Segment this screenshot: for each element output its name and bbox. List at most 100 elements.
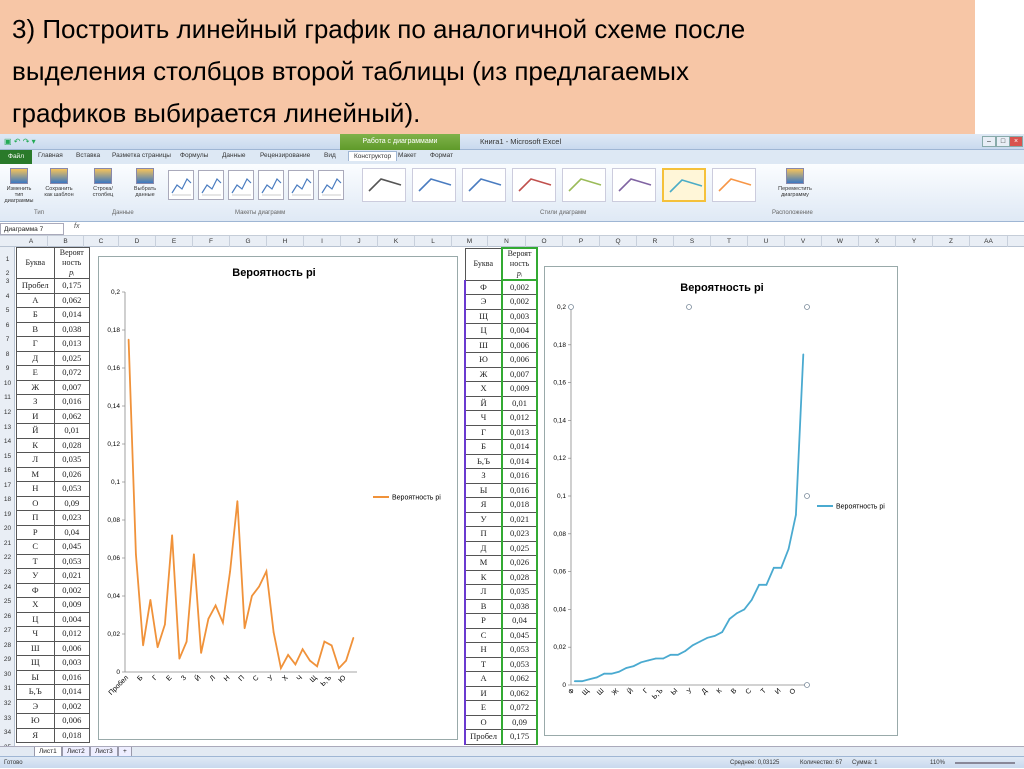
probability-cell[interactable]: 0,018 <box>53 727 91 743</box>
data-point[interactable] <box>294 663 297 666</box>
letter-cell[interactable]: Й <box>16 423 55 439</box>
data-point[interactable] <box>669 653 672 656</box>
column-header-C[interactable]: C <box>84 236 119 247</box>
probability-cell[interactable]: 0,038 <box>53 321 91 337</box>
data-point[interactable] <box>640 661 642 664</box>
letter-cell[interactable]: Пробел <box>16 278 55 294</box>
letter-cell[interactable]: С <box>16 539 55 555</box>
column-header-N[interactable]: N <box>488 236 526 247</box>
row-header-29[interactable]: 29 <box>0 656 15 663</box>
probability-cell[interactable]: 0,062 <box>53 292 91 308</box>
fx-icon[interactable]: fx <box>74 223 79 230</box>
chart-style-5[interactable] <box>562 168 606 202</box>
probability-cell[interactable]: 0,01 <box>501 395 538 411</box>
row-header-13[interactable]: 13 <box>0 424 15 431</box>
row-header-8[interactable]: 8 <box>0 351 15 358</box>
ribbon-tab-3[interactable]: Разметка страницы <box>112 152 171 159</box>
letter-cell[interactable]: Ю <box>463 352 503 368</box>
column-header-U[interactable]: U <box>748 236 785 247</box>
minimize-icon[interactable]: – <box>982 136 996 147</box>
row-header-3[interactable]: 3 <box>0 278 15 285</box>
letter-cell[interactable]: Д <box>16 350 55 366</box>
letter-cell[interactable]: Р <box>463 613 503 629</box>
chart-layout-5[interactable] <box>288 170 314 200</box>
letter-cell[interactable]: Ь,Ъ <box>16 684 55 700</box>
probability-cell[interactable]: 0,002 <box>53 698 91 714</box>
data-point[interactable] <box>164 623 166 626</box>
data-point[interactable] <box>691 644 694 647</box>
close-icon[interactable]: × <box>1009 136 1023 147</box>
row-header-7[interactable]: 7 <box>0 336 15 343</box>
data-point[interactable] <box>345 659 347 662</box>
ribbon-tab-10[interactable]: Формат <box>430 152 453 159</box>
save-template-button[interactable]: Сохранить как шаблон <box>42 168 76 198</box>
probability-cell[interactable]: 0,035 <box>53 452 91 468</box>
row-header-21[interactable]: 21 <box>0 540 15 547</box>
row-header-14[interactable]: 14 <box>0 438 15 445</box>
data-point[interactable] <box>596 676 598 679</box>
probability-cell[interactable]: 0,006 <box>501 352 538 368</box>
column-header-Z[interactable]: Z <box>933 236 970 247</box>
probability-cell[interactable]: 0,053 <box>53 481 91 497</box>
data-point[interactable] <box>135 553 137 555</box>
ribbon-tab-6[interactable]: Рецензирование <box>260 152 310 159</box>
ribbon-tab-2[interactable]: Вставка <box>76 152 100 159</box>
letter-cell[interactable]: Ш <box>16 640 55 656</box>
row-header-9[interactable]: 9 <box>0 365 15 372</box>
letter-cell[interactable]: О <box>463 714 503 730</box>
data-point[interactable] <box>156 646 159 649</box>
row-header-17[interactable]: 17 <box>0 482 15 489</box>
data-point[interactable] <box>795 514 797 516</box>
column-header-J[interactable]: J <box>341 236 378 247</box>
letter-cell[interactable]: Ы <box>16 669 55 685</box>
letter-cell[interactable]: Э <box>463 294 503 310</box>
letter-cell[interactable]: Ц <box>463 323 503 339</box>
data-point[interactable] <box>323 640 326 643</box>
probability-cell[interactable]: 0,003 <box>501 308 538 324</box>
letter-cell[interactable]: Б <box>463 439 503 455</box>
selection-handle[interactable] <box>804 493 810 499</box>
data-point[interactable] <box>758 584 760 586</box>
letter-cell[interactable]: У <box>16 568 55 584</box>
letter-cell[interactable]: Т <box>16 553 55 569</box>
letter-cell[interactable]: Ч <box>16 626 55 642</box>
data-point[interactable] <box>330 644 333 647</box>
row-header-4[interactable]: 4 <box>0 293 15 300</box>
ribbon-tab-5[interactable]: Данные <box>222 152 245 159</box>
probability-cell[interactable]: 0,045 <box>501 627 538 643</box>
probability-cell[interactable]: 0,026 <box>501 555 538 571</box>
column-header-V[interactable]: V <box>785 236 822 247</box>
probability-cell[interactable]: 0,004 <box>53 611 91 627</box>
probability-cell[interactable]: 0,062 <box>501 685 538 701</box>
letter-cell[interactable]: И <box>463 685 503 701</box>
data-point[interactable] <box>222 621 224 624</box>
row-header-2[interactable]: 2 <box>0 270 15 277</box>
data-point[interactable] <box>352 637 355 639</box>
ribbon-tab-4[interactable]: Формулы <box>180 152 208 159</box>
chart-unsorted[interactable]: Вероятность pi 0 0,02 0,04 0,06 0,08 0,1 0,12 0,… <box>98 256 458 740</box>
probability-cell[interactable]: 0,035 <box>501 584 538 600</box>
column-header-T[interactable]: T <box>711 236 748 247</box>
row-header-22[interactable]: 22 <box>0 554 15 561</box>
zoom-slider[interactable] <box>955 762 1015 764</box>
quick-access-toolbar[interactable]: ▣ ↶ ↷ ▾ <box>4 137 36 146</box>
probability-cell[interactable]: 0,026 <box>53 466 91 482</box>
letter-cell[interactable]: Щ <box>463 308 503 324</box>
probability-cell[interactable]: 0,013 <box>53 336 91 352</box>
probability-cell[interactable]: 0,014 <box>501 439 538 455</box>
letter-cell[interactable]: А <box>463 671 503 687</box>
probability-cell[interactable]: 0,053 <box>501 656 538 672</box>
probability-cell[interactable]: 0,006 <box>53 640 91 656</box>
chart-style-1[interactable] <box>362 168 406 202</box>
column-header-B[interactable]: B <box>48 236 84 247</box>
data-point[interactable] <box>280 667 282 669</box>
chart-style-6[interactable] <box>612 168 656 202</box>
data-point[interactable] <box>178 657 181 660</box>
probability-cell[interactable]: 0,012 <box>53 626 91 642</box>
selection-handle[interactable] <box>804 304 810 310</box>
data-point[interactable] <box>743 608 746 611</box>
data-point[interactable] <box>236 500 239 502</box>
letter-cell[interactable]: Г <box>463 424 503 440</box>
ribbon-tab-7[interactable]: Вид <box>324 152 336 159</box>
data-point[interactable] <box>632 665 635 667</box>
